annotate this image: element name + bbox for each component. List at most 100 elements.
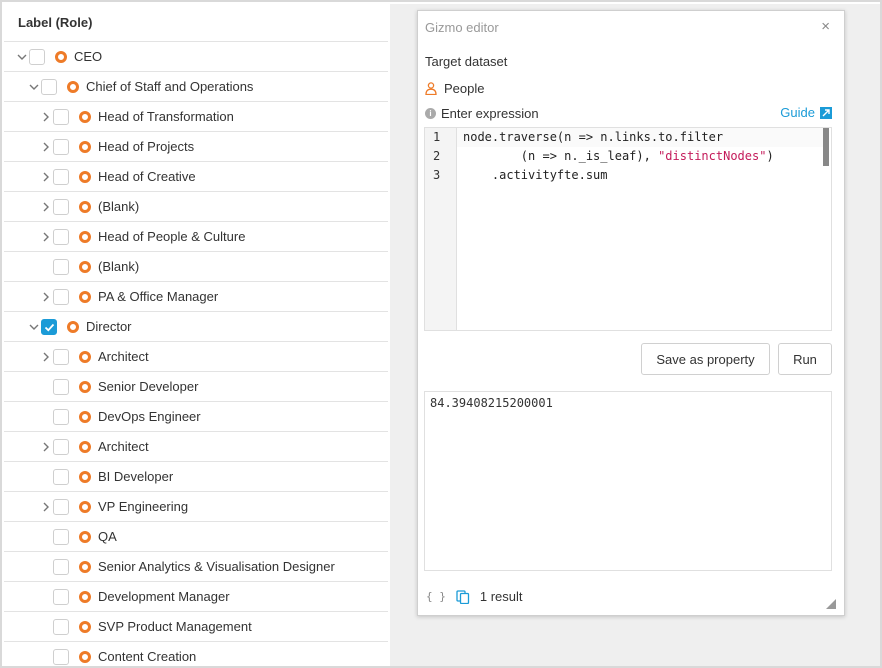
row-checkbox[interactable] [53, 619, 69, 635]
tree-row[interactable]: Director [4, 312, 388, 342]
node-icon [79, 261, 91, 273]
node-icon [79, 381, 91, 393]
row-checkbox[interactable] [53, 289, 69, 305]
tree-row[interactable]: VP Engineering [4, 492, 388, 522]
tree-row-label: PA & Office Manager [98, 289, 219, 304]
row-checkbox[interactable] [53, 109, 69, 125]
tree-row[interactable]: Senior Developer [4, 372, 388, 402]
guide-link[interactable]: Guide [780, 105, 832, 120]
resize-handle-icon[interactable] [826, 599, 836, 609]
node-icon [79, 231, 91, 243]
tree-row[interactable]: Head of Projects [4, 132, 388, 162]
expression-label: Enter expression [441, 106, 539, 121]
run-button[interactable]: Run [778, 343, 832, 375]
row-checkbox[interactable] [53, 529, 69, 545]
tree-row-label: SVP Product Management [98, 619, 252, 634]
row-checkbox[interactable] [53, 229, 69, 245]
tree-row[interactable]: BI Developer [4, 462, 388, 492]
node-icon [79, 201, 91, 213]
tree-row-label: Senior Developer [98, 379, 199, 394]
close-icon[interactable]: × [821, 18, 830, 35]
tree-row[interactable]: Content Creation [4, 642, 388, 666]
tree-row[interactable]: Architect [4, 432, 388, 462]
tree-row[interactable]: Head of Transformation [4, 102, 388, 132]
tree-row[interactable]: QA [4, 522, 388, 552]
node-icon [79, 411, 91, 423]
checkmark-icon [44, 323, 55, 332]
chevron-right-icon[interactable] [40, 141, 52, 153]
tree-row[interactable]: Architect [4, 342, 388, 372]
scrollbar-thumb[interactable] [823, 128, 829, 166]
chevron-right-icon[interactable] [40, 171, 52, 183]
code-token: (n => n._is_leaf), [463, 149, 659, 163]
row-checkbox[interactable] [53, 169, 69, 185]
node-icon [79, 621, 91, 633]
chevron-right-icon[interactable] [40, 291, 52, 303]
row-checkbox[interactable] [53, 499, 69, 515]
chevron-right-icon[interactable] [40, 501, 52, 513]
tree-row-label: Head of People & Culture [98, 229, 246, 244]
row-checkbox[interactable] [53, 139, 69, 155]
node-icon [79, 291, 91, 303]
dataset-selector[interactable]: People [425, 81, 484, 96]
node-icon [79, 591, 91, 603]
tree-column-header[interactable]: Label (Role) [4, 4, 388, 42]
row-checkbox[interactable] [53, 559, 69, 575]
node-icon [79, 141, 91, 153]
tree-row[interactable]: SVP Product Management [4, 612, 388, 642]
editor-footer: { } 1 result [426, 589, 523, 604]
chevron-down-icon[interactable] [16, 51, 28, 63]
tree-row-label: Head of Transformation [98, 109, 234, 124]
row-checkbox[interactable] [53, 349, 69, 365]
target-dataset-label: Target dataset [425, 54, 508, 69]
row-checkbox[interactable] [41, 319, 57, 335]
tree-row[interactable]: PA & Office Manager [4, 282, 388, 312]
line-number-gutter: 1 2 3 [425, 128, 457, 330]
row-checkbox[interactable] [53, 649, 69, 665]
tree-row-label: Chief of Staff and Operations [86, 79, 254, 94]
row-checkbox[interactable] [53, 409, 69, 425]
tree-row-label: (Blank) [98, 199, 140, 214]
tree-row[interactable]: Head of People & Culture [4, 222, 388, 252]
tree-row-label: Head of Projects [98, 139, 195, 154]
tree-row-label: Development Manager [98, 589, 230, 604]
row-checkbox[interactable] [53, 259, 69, 275]
tree-row[interactable]: (Blank) [4, 252, 388, 282]
tree-row[interactable]: CEO [4, 42, 388, 72]
row-checkbox[interactable] [53, 439, 69, 455]
chevron-right-icon[interactable] [40, 111, 52, 123]
result-panel: 84.39408215200001 [424, 391, 832, 571]
tree-row-label: BI Developer [98, 469, 174, 484]
chevron-right-icon[interactable] [40, 201, 52, 213]
tree-row[interactable]: Senior Analytics & Visualisation Designe… [4, 552, 388, 582]
result-value: 84.39408215200001 [430, 396, 553, 410]
tree-row[interactable]: DevOps Engineer [4, 402, 388, 432]
code-string: "distinctNodes" [658, 149, 767, 163]
chevron-right-icon[interactable] [40, 441, 52, 453]
tree-row[interactable]: Chief of Staff and Operations [4, 72, 388, 102]
chevron-down-icon[interactable] [28, 321, 40, 333]
expression-editor[interactable]: 1 2 3 node.traverse(n => n.links.to.filt… [424, 127, 832, 331]
row-checkbox[interactable] [29, 49, 45, 65]
save-as-property-button[interactable]: Save as property [641, 343, 770, 375]
chevron-right-icon[interactable] [40, 231, 52, 243]
tree-row-label: Architect [98, 439, 149, 454]
code-view-icon[interactable]: { } [426, 590, 446, 603]
tree-row[interactable]: Development Manager [4, 582, 388, 612]
tree-row-label: Architect [98, 349, 149, 364]
node-icon [67, 321, 79, 333]
node-icon [79, 471, 91, 483]
tree-row[interactable]: Head of Creative [4, 162, 388, 192]
row-checkbox[interactable] [53, 379, 69, 395]
tree-row-label: Director [86, 319, 132, 334]
node-icon [79, 441, 91, 453]
tree-row[interactable]: (Blank) [4, 192, 388, 222]
chevron-right-icon[interactable] [40, 351, 52, 363]
chevron-down-icon[interactable] [28, 81, 40, 93]
row-checkbox[interactable] [41, 79, 57, 95]
tree-row-label: Head of Creative [98, 169, 196, 184]
row-checkbox[interactable] [53, 589, 69, 605]
row-checkbox[interactable] [53, 199, 69, 215]
copy-icon[interactable] [456, 589, 470, 604]
row-checkbox[interactable] [53, 469, 69, 485]
